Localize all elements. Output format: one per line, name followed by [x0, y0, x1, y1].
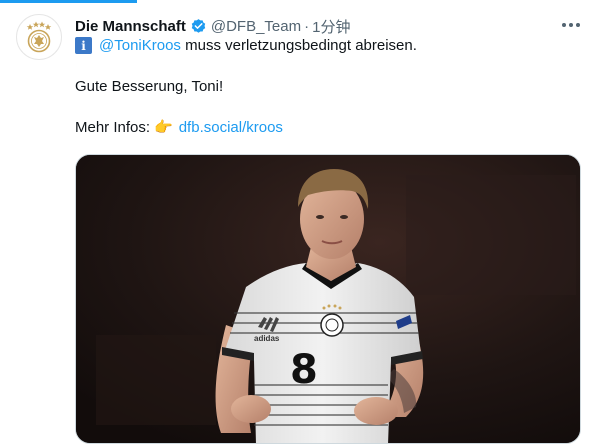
pointing-right-icon: 👉	[154, 119, 173, 136]
author-handle[interactable]: @DFB_Team	[211, 18, 301, 35]
more-info-label: Mehr Infos:	[75, 118, 151, 136]
active-tab-indicator	[0, 0, 137, 3]
jersey-number: 8	[290, 347, 318, 393]
more-options-button[interactable]	[556, 14, 586, 36]
more-horizontal-icon	[562, 23, 580, 27]
dfb-crest-icon	[26, 21, 52, 53]
tweet-text: muss verletzungsbedingt abreisen.	[180, 37, 417, 54]
author-name[interactable]: Die Mannschaft	[75, 18, 186, 35]
tweet-text-line-1: i @ToniKroos muss verletzungsbedingt abr…	[75, 37, 417, 54]
tweet-timestamp[interactable]: 1分钟	[312, 16, 350, 37]
tweet-media-image[interactable]: adidas 8	[75, 154, 581, 444]
tweet-header: Die Mannschaft @DFB_Team · 1分钟	[75, 15, 350, 37]
tweet-text-line-3: Mehr Infos: 👉 dfb.social/kroos	[75, 118, 283, 137]
mention-link[interactable]: @ToniKroos	[99, 37, 181, 54]
information-icon: i	[75, 37, 92, 54]
tweet-text-line-2: Gute Besserung, Toni!	[75, 78, 224, 95]
verified-badge-icon	[190, 18, 207, 35]
player-photo: adidas 8	[76, 155, 580, 443]
brand-logo: adidas	[254, 334, 280, 343]
separator-dot: ·	[304, 17, 310, 35]
external-link[interactable]: dfb.social/kroos	[179, 119, 283, 136]
avatar[interactable]	[16, 14, 62, 60]
